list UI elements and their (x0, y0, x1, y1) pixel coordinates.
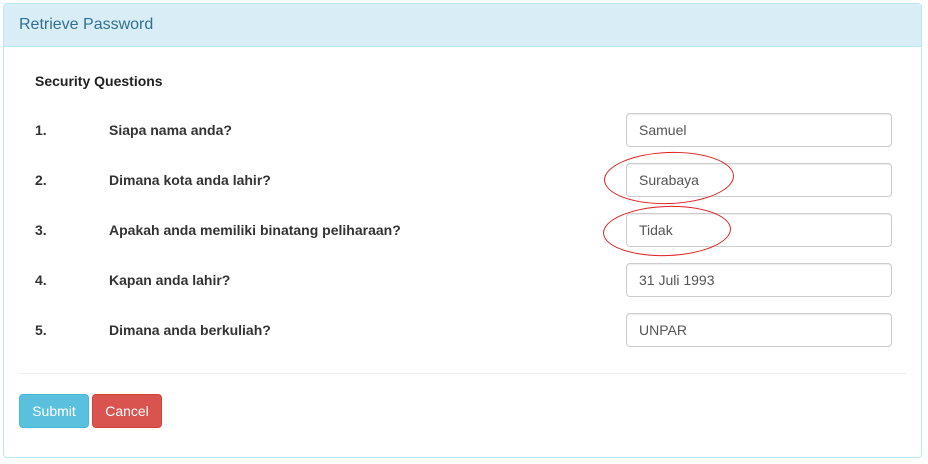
form-divider (19, 373, 907, 374)
section-title: Security Questions (35, 73, 163, 89)
question-label: Siapa nama anda? (109, 122, 232, 138)
submit-button[interactable]: Submit (19, 394, 89, 428)
question-number: 1. (35, 122, 47, 138)
question-number: 3. (35, 222, 47, 238)
question-label: Dimana anda berkuliah? (109, 322, 271, 338)
answer-input-3[interactable] (626, 213, 892, 247)
cancel-button[interactable]: Cancel (92, 394, 162, 428)
answer-input-4[interactable] (626, 263, 892, 297)
question-row-1: 1. Siapa nama anda? (4, 113, 921, 147)
panel-title: Retrieve Password (19, 16, 154, 33)
answer-input-1[interactable] (626, 113, 892, 147)
question-label: Dimana kota anda lahir? (109, 172, 271, 188)
question-row-2: 2. Dimana kota anda lahir? (4, 163, 921, 197)
question-row-5: 5. Dimana anda berkuliah? (4, 313, 921, 347)
question-number: 5. (35, 322, 47, 338)
answer-input-5[interactable] (626, 313, 892, 347)
answer-input-2[interactable] (626, 163, 892, 197)
question-row-4: 4. Kapan anda lahir? (4, 263, 921, 297)
question-number: 2. (35, 172, 47, 188)
question-label: Kapan anda lahir? (109, 272, 231, 288)
question-row-3: 3. Apakah anda memiliki binatang pelihar… (4, 213, 921, 247)
panel-heading: Retrieve Password (4, 4, 921, 47)
retrieve-password-panel: Retrieve Password Security Questions 1. … (3, 3, 922, 458)
question-label: Apakah anda memiliki binatang peliharaan… (109, 222, 401, 238)
question-number: 4. (35, 272, 47, 288)
